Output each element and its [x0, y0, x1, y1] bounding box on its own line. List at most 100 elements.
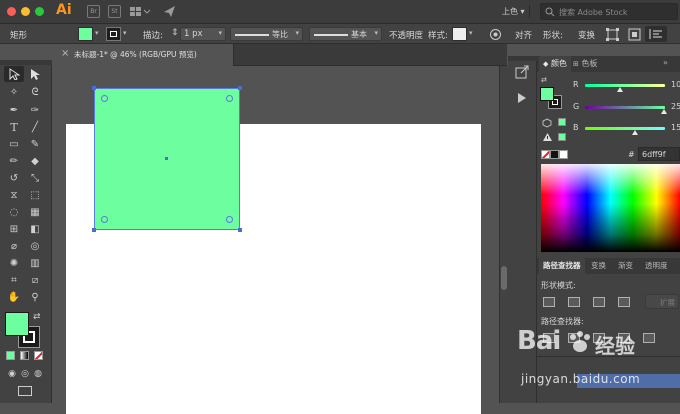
- type-tool-icon[interactable]: T: [7, 121, 21, 135]
- draw-behind-icon[interactable]: ◎: [18, 367, 32, 381]
- resize-handle[interactable]: [238, 228, 242, 232]
- scrollbar-thumb[interactable]: [501, 266, 507, 290]
- web-safe-swatch[interactable]: [558, 118, 566, 126]
- chevron-down-icon[interactable]: ▾: [95, 29, 99, 37]
- isolate-object-icon[interactable]: [606, 28, 619, 41]
- zoom-tool-icon[interactable]: ⚲: [28, 291, 42, 305]
- perspective-grid-tool-icon[interactable]: ▦: [28, 206, 42, 220]
- b-value[interactable]: 15: [671, 123, 680, 132]
- g-slider[interactable]: [585, 106, 665, 109]
- line-tool-icon[interactable]: ╱: [28, 121, 42, 135]
- document-setup-button[interactable]: [645, 26, 667, 42]
- fill-swatch[interactable]: [78, 27, 93, 41]
- chevron-down-icon[interactable]: ▾: [469, 29, 473, 37]
- collapse-icon[interactable]: »: [663, 58, 668, 67]
- hex-input[interactable]: 6dff9f: [638, 147, 680, 161]
- eyedropper-tool-icon[interactable]: ⌀: [7, 240, 21, 254]
- stroke-weight-field[interactable]: 1 px ▾: [180, 27, 226, 41]
- g-slider-knob[interactable]: [661, 109, 667, 114]
- magic-wand-tool-icon[interactable]: ✧: [7, 86, 21, 100]
- r-value[interactable]: 10: [671, 80, 680, 89]
- zoom-window-button[interactable]: [35, 7, 44, 16]
- width-tool-icon[interactable]: ⧖: [7, 189, 21, 203]
- screen-mode-icon[interactable]: [18, 386, 32, 396]
- color-mode-icon[interactable]: [6, 351, 15, 360]
- blend-tool-icon[interactable]: ◎: [28, 240, 42, 254]
- selected-rectangle[interactable]: [92, 86, 242, 232]
- live-corner-widget[interactable]: [101, 95, 108, 102]
- resize-handle[interactable]: [238, 86, 242, 90]
- tab-swatches[interactable]: ⊞ 色板: [569, 56, 601, 72]
- expand-button[interactable]: 扩展: [645, 294, 679, 309]
- out-of-gamut-warning-icon[interactable]: [542, 132, 553, 142]
- eraser-tool-icon[interactable]: ◆: [28, 155, 42, 169]
- opacity-label[interactable]: 不透明度: [389, 29, 423, 41]
- black-color-button[interactable]: [550, 150, 559, 159]
- artboard-tool-icon[interactable]: ⌗: [7, 274, 21, 288]
- swap-fill-stroke-icon[interactable]: ⇄: [33, 312, 41, 322]
- workspace-switcher[interactable]: 上色 ▾: [502, 6, 525, 17]
- stock-search-box[interactable]: 搜索 Adobe Stock: [540, 3, 678, 20]
- chevron-down-icon[interactable]: ▾: [123, 29, 127, 37]
- direct-selection-tool-icon[interactable]: [29, 68, 41, 80]
- graphic-style-swatch[interactable]: [452, 27, 467, 41]
- tab-transform[interactable]: 变换: [587, 258, 610, 274]
- close-tab-icon[interactable]: ×: [61, 48, 69, 59]
- resize-handle[interactable]: [92, 228, 96, 232]
- paintbrush-tool-icon[interactable]: ✎: [28, 138, 42, 152]
- draw-inside-icon[interactable]: ◍: [31, 367, 45, 381]
- none-mode-icon[interactable]: [34, 351, 43, 360]
- lasso-tool-icon[interactable]: ᘓ: [28, 86, 42, 100]
- document-tab[interactable]: × 未标题-1* @ 46% (RGB/GPU 预览): [56, 44, 234, 66]
- shape-builder-tool-icon[interactable]: ◌: [7, 206, 21, 220]
- stepper-icon[interactable]: ⇕: [171, 28, 179, 38]
- free-transform-tool-icon[interactable]: ⬚: [28, 189, 42, 203]
- gradient-mode-icon[interactable]: [20, 351, 29, 360]
- draw-mode-icon[interactable]: ◉: [5, 367, 19, 381]
- fill-color-box[interactable]: [5, 312, 29, 336]
- mesh-tool-icon[interactable]: ⊞: [7, 223, 21, 237]
- hand-tool-icon[interactable]: ✋: [7, 291, 21, 305]
- g-value[interactable]: 25: [671, 102, 680, 111]
- shape-label[interactable]: 形状:: [543, 29, 563, 41]
- minus-front-icon[interactable]: [568, 297, 580, 307]
- tab-transparency[interactable]: 透明度: [641, 258, 672, 274]
- slice-tool-icon[interactable]: ⧄: [28, 274, 42, 288]
- resize-handle[interactable]: [92, 86, 96, 90]
- white-color-button[interactable]: [559, 150, 568, 159]
- in-gamut-swatch[interactable]: [558, 133, 566, 141]
- r-slider[interactable]: [585, 84, 665, 87]
- align-label[interactable]: 对齐: [515, 29, 532, 41]
- vertical-scrollbar[interactable]: [499, 66, 508, 403]
- select-similar-icon[interactable]: [628, 28, 641, 41]
- pencil-tool-icon[interactable]: ✏: [7, 155, 21, 169]
- none-color-button[interactable]: [541, 150, 550, 159]
- play-action-icon[interactable]: [517, 92, 527, 104]
- scale-tool-icon[interactable]: ⤡: [28, 172, 42, 186]
- live-corner-widget[interactable]: [226, 95, 233, 102]
- intersect-icon[interactable]: [593, 297, 605, 307]
- brush-definition[interactable]: 基本 ▾: [309, 27, 382, 41]
- color-spectrum[interactable]: [541, 164, 680, 252]
- curvature-tool-icon[interactable]: ✑: [28, 104, 42, 118]
- recolor-artwork-icon[interactable]: [489, 28, 502, 41]
- tab-pathfinder[interactable]: 路径查找器: [539, 258, 585, 274]
- gradient-tool-icon[interactable]: ◧: [28, 223, 42, 237]
- b-slider-knob[interactable]: [632, 130, 638, 135]
- swap-fill-stroke-icon[interactable]: ⇄: [541, 76, 547, 84]
- arrange-documents-icon[interactable]: [129, 5, 151, 18]
- stroke-swatch[interactable]: [106, 27, 121, 41]
- rectangle-tool-icon[interactable]: ▭: [7, 138, 21, 152]
- live-corner-widget[interactable]: [101, 216, 108, 223]
- exclude-icon[interactable]: [618, 297, 630, 307]
- tab-gradient[interactable]: 渐变: [614, 258, 637, 274]
- pen-tool-icon[interactable]: ✒: [7, 104, 21, 118]
- minimize-window-button[interactable]: [21, 7, 30, 16]
- b-slider[interactable]: [585, 127, 665, 130]
- rotate-tool-icon[interactable]: ↺: [7, 172, 21, 186]
- transform-label[interactable]: 变换: [578, 29, 595, 41]
- r-slider-knob[interactable]: [617, 87, 623, 92]
- symbol-sprayer-tool-icon[interactable]: ✺: [7, 257, 21, 271]
- close-window-button[interactable]: [7, 7, 16, 16]
- send-icon[interactable]: [163, 5, 176, 18]
